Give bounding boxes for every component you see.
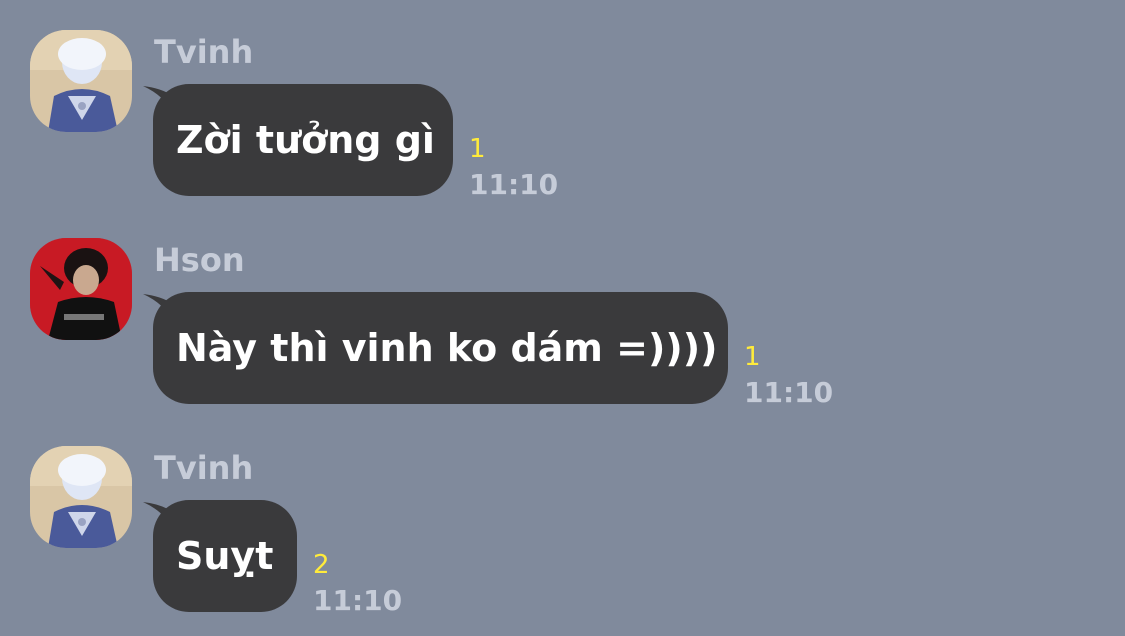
message-bubble[interactable]: Zời tưởng gì — [153, 84, 453, 196]
message-bubble[interactable]: Này thì vinh ko dám =)))) — [153, 292, 728, 404]
user-avatar-icon[interactable] — [30, 238, 132, 340]
sender-name: Hson — [154, 241, 245, 279]
sender-name: Tvinh — [154, 33, 254, 71]
message-time: 11:10 — [469, 168, 559, 201]
sender-name: Tvinh — [154, 449, 254, 487]
unread-count: 1 — [469, 134, 486, 164]
message-bubble[interactable]: Suỵt — [153, 500, 297, 612]
message-time: 11:10 — [313, 584, 403, 617]
user-avatar-icon[interactable] — [30, 30, 132, 132]
message-time: 11:10 — [744, 376, 834, 409]
unread-count: 2 — [313, 550, 330, 580]
unread-count: 1 — [744, 342, 761, 372]
chat-screen: { "messages": [ { "sender": "Tvinh", "av… — [0, 0, 1125, 636]
user-avatar-icon[interactable] — [30, 446, 132, 548]
